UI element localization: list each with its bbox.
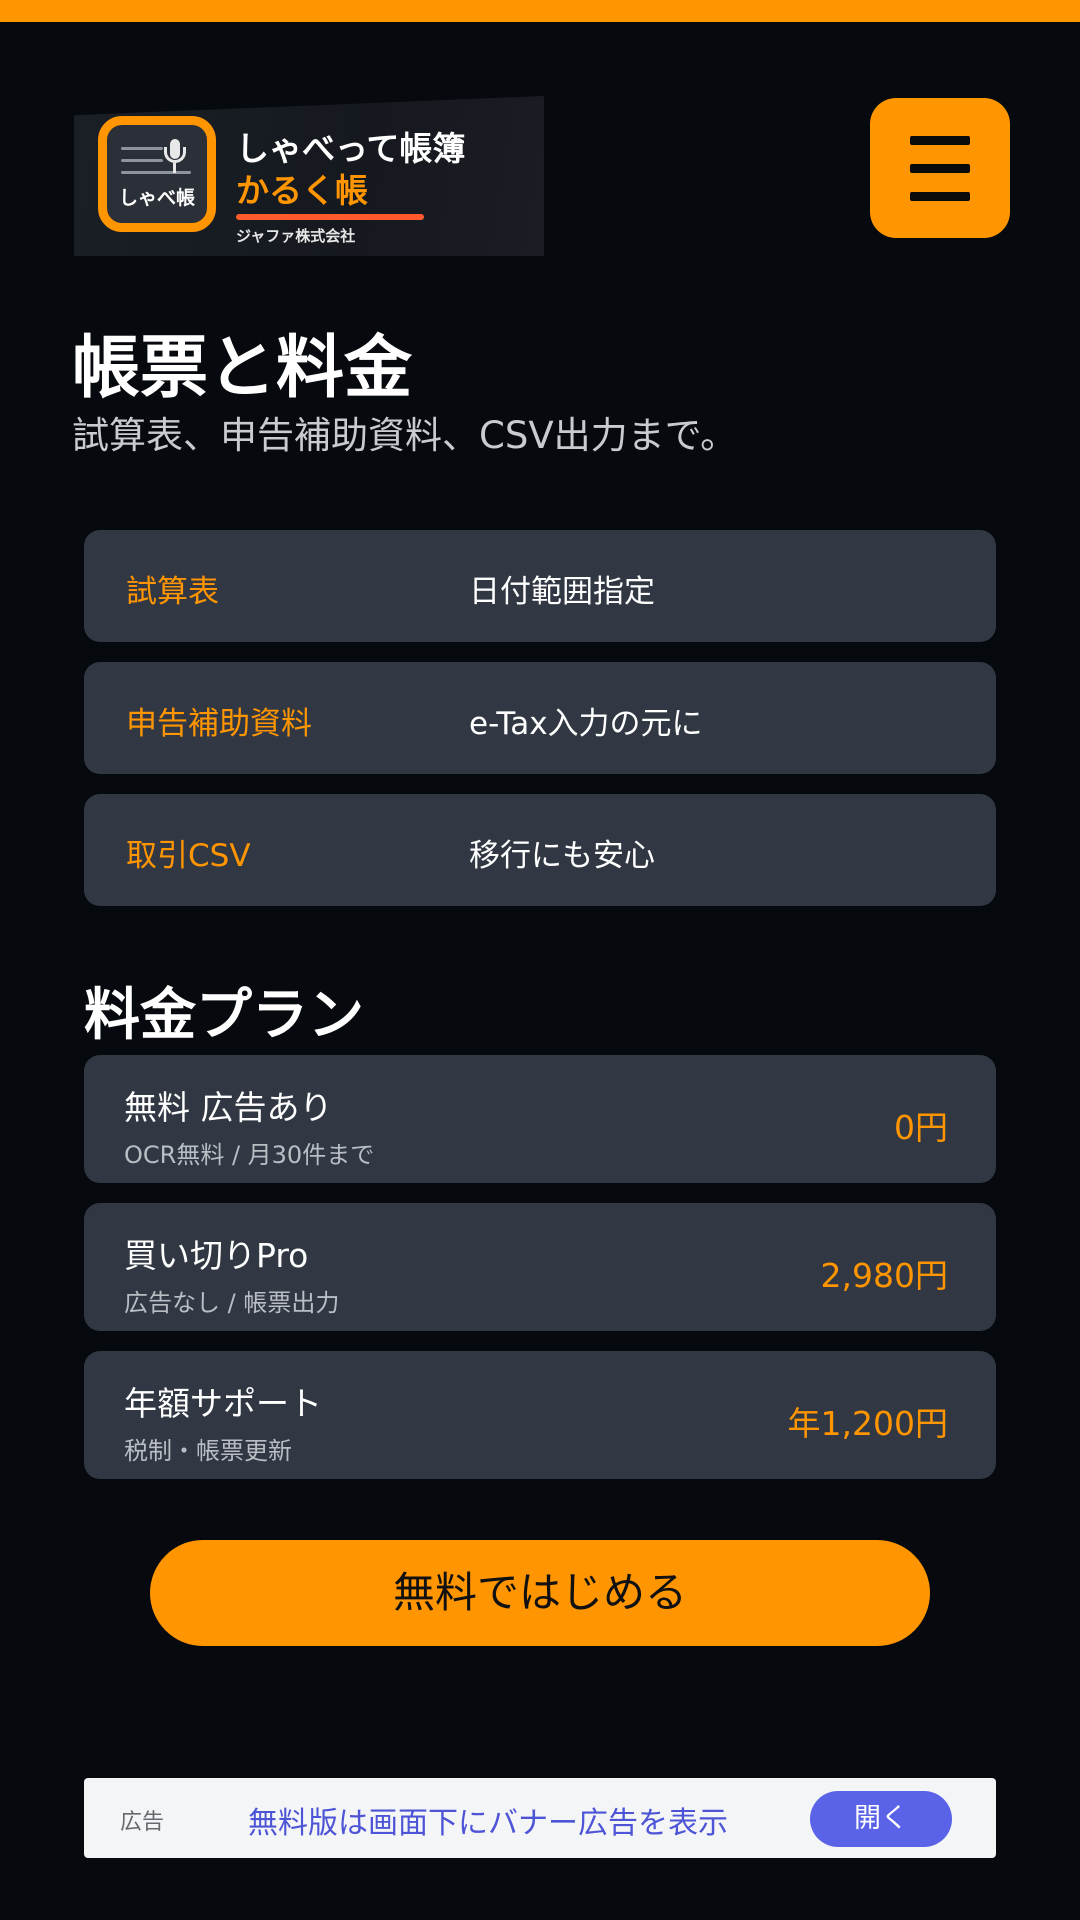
ad-label: 広告 — [120, 1810, 165, 1835]
brand-name: しゃべって帳簿 — [236, 129, 466, 168]
plan-name: 無料 広告あり — [124, 1088, 333, 1127]
plan-description: 広告なし / 帳票出力 — [124, 1289, 340, 1317]
plan-card-pro[interactable]: 買い切りPro 広告なし / 帳票出力 2,980円 — [84, 1203, 996, 1331]
plan-card-free[interactable]: 無料 広告あり OCR無料 / 月30件まで 0円 — [84, 1055, 996, 1183]
ad-banner[interactable]: 広告 無料版は画面下にバナー広告を表示 開く — [84, 1778, 996, 1858]
page-title: 帳票と料金 — [72, 329, 413, 408]
microphone-icon-stem — [173, 163, 176, 173]
start-free-button[interactable]: 無料ではじめる — [150, 1540, 930, 1646]
plan-price: 2,980円 — [820, 1256, 948, 1295]
plan-name: 買い切りPro — [124, 1236, 309, 1275]
ad-text[interactable]: 無料版は画面下にバナー広告を表示 — [248, 1798, 728, 1842]
logo-line — [121, 159, 163, 162]
plan-price: 年1,200円 — [787, 1404, 948, 1443]
logo-line — [121, 171, 191, 174]
logo-icon-text: しゃべ帳 — [118, 187, 195, 209]
plan-description: 税制・帳票更新 — [124, 1437, 292, 1465]
feature-row-csv: 取引CSV 移行にも安心 — [84, 794, 996, 906]
hamburger-bar — [910, 192, 970, 201]
app-logo-icon: しゃべ帳 — [98, 116, 216, 232]
hamburger-bar — [910, 164, 970, 173]
company-name: ジャファ株式会社 — [236, 227, 356, 245]
logo-line — [121, 147, 163, 150]
top-accent-bar — [0, 0, 1080, 22]
feature-value: e-Tax入力の元に — [469, 706, 703, 742]
feature-label: 試算表 — [126, 574, 219, 610]
feature-label: 取引CSV — [126, 838, 251, 874]
plans-heading: 料金プラン — [84, 983, 364, 1048]
plan-card-annual[interactable]: 年額サポート 税制・帳票更新 年1,200円 — [84, 1351, 996, 1479]
feature-row-trial-balance: 試算表 日付範囲指定 — [84, 530, 996, 642]
feature-value: 移行にも安心 — [469, 838, 655, 874]
ad-open-button[interactable]: 開く — [810, 1791, 952, 1847]
feature-value: 日付範囲指定 — [469, 574, 655, 610]
plan-description: OCR無料 / 月30件まで — [124, 1141, 375, 1169]
plan-name: 年額サポート — [124, 1384, 322, 1423]
brand-tagline: かるく帳 — [236, 171, 368, 210]
plan-price: 0円 — [894, 1108, 948, 1147]
microphone-icon-cup — [164, 147, 186, 163]
menu-button[interactable] — [870, 98, 1010, 238]
page-subtitle: 試算表、申告補助資料、CSV出力まで。 — [72, 414, 738, 457]
brand-underline — [236, 214, 424, 220]
hamburger-bar — [910, 136, 970, 145]
feature-row-tax-materials: 申告補助資料 e-Tax入力の元に — [84, 662, 996, 774]
feature-label: 申告補助資料 — [126, 706, 312, 742]
